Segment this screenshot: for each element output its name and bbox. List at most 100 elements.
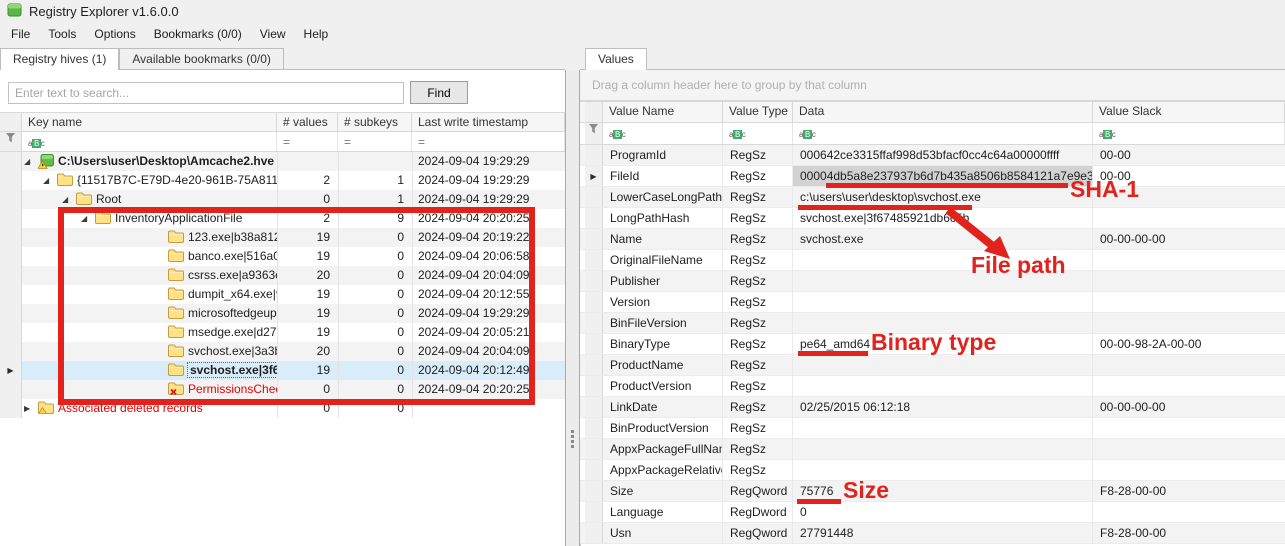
tree-row[interactable]: microsoftedgeupd|84bcd64699b1...1902024-… <box>0 304 565 323</box>
value-data-cell: c:\users\user\desktop\svchost.exe <box>793 187 1093 207</box>
tree-values-cell: 19 <box>277 285 338 304</box>
app-icon <box>7 2 22 20</box>
values-row[interactable]: AppxPackageFullNameRegSz <box>580 439 1285 460</box>
group-by-bar[interactable]: Drag a column header here to group by th… <box>580 70 1285 101</box>
tree-row[interactable]: dumpit_x64.exe|992252fdb3743...1902024-0… <box>0 285 565 304</box>
value-name-cell: Usn <box>603 523 723 543</box>
value-data-cell: svchost.exe|3f67485921db6c5b <box>793 208 1093 228</box>
tree-row[interactable]: ◢InventoryApplicationFile292024-09-04 20… <box>0 209 565 228</box>
values-row[interactable]: OriginalFileNameRegSz <box>580 250 1285 271</box>
values-row[interactable]: ProductVersionRegSz <box>580 376 1285 397</box>
value-type-cell: RegSz <box>723 439 793 459</box>
tree-row[interactable]: 123.exe|b38a8125a2dad9781902024-09-04 20… <box>0 228 565 247</box>
pane-splitter[interactable] <box>565 70 580 546</box>
tree-row[interactable]: ◢Root012024-09-04 19:29:29 <box>0 190 565 209</box>
value-name-cell: Version <box>603 292 723 312</box>
search-input[interactable] <box>8 82 404 104</box>
tree-row[interactable]: ▶Associated deleted records00 <box>0 399 565 418</box>
tree-column-header-last-write-timestamp[interactable]: Last write timestamp <box>412 113 565 131</box>
menu-item-bookmarks[interactable]: Bookmarks (0/0) <box>145 22 251 46</box>
values-row[interactable]: PublisherRegSz <box>580 271 1285 292</box>
tab-registry-hives[interactable]: Registry hives (1) <box>0 48 119 70</box>
menu-item-view[interactable]: View <box>251 22 295 46</box>
values-column-header-value-type[interactable]: Value Type <box>723 102 793 122</box>
tree-row-indicator <box>0 323 22 342</box>
tree-values-cell: 0 <box>277 380 338 399</box>
values-filter-cell[interactable]: aBc <box>603 123 723 144</box>
values-row[interactable]: ProgramIdRegSz000642ce3315ffaf998d53bfac… <box>580 145 1285 166</box>
menu-item-tools[interactable]: Tools <box>39 22 85 46</box>
menu-item-options[interactable]: Options <box>85 22 144 46</box>
tab-values[interactable]: Values <box>585 48 647 70</box>
values-filter-cell[interactable]: aBc <box>1093 123 1285 144</box>
tree-key-name: dumpit_x64.exe|992252fdb3743... <box>188 287 277 301</box>
menu-item-file[interactable]: File <box>2 22 39 46</box>
value-data-cell <box>793 313 1093 333</box>
values-row[interactable]: LanguageRegDword0 <box>580 502 1285 523</box>
value-slack-cell <box>1093 502 1285 522</box>
tree-row[interactable]: ◢{11517B7C-E79D-4e20-961B-75A811715...21… <box>0 171 565 190</box>
values-row-indicator <box>585 460 603 480</box>
value-data-cell <box>793 418 1093 438</box>
values-row[interactable]: AppxPackageRelativeIdRegSz <box>580 460 1285 481</box>
tree-row-indicator <box>0 171 22 190</box>
value-data-cell: 0 <box>793 502 1093 522</box>
values-column-header-data[interactable]: Data <box>793 102 1093 122</box>
tree-column-header--values[interactable]: # values <box>277 113 338 131</box>
tree-expander-icon[interactable]: ▶ <box>24 404 30 413</box>
value-name-cell: BinaryType <box>603 334 723 354</box>
values-row-indicator <box>585 376 603 396</box>
values-row[interactable]: NameRegSzsvchost.exe00-00-00-00 <box>580 229 1285 250</box>
values-column-header-value-slack[interactable]: Value Slack <box>1093 102 1285 122</box>
equals-filter-icon: = <box>344 135 351 149</box>
tree-timestamp-cell: 2024-09-04 20:05:21 <box>412 323 565 342</box>
values-row[interactable]: BinProductVersionRegSz <box>580 418 1285 439</box>
tab-available-bookmarks[interactable]: Available bookmarks (0/0) <box>119 48 284 70</box>
right-tab-strip: Values <box>585 48 647 70</box>
tree-filter-cell[interactable]: = <box>412 132 565 151</box>
tree-row[interactable]: svchost.exe|3a3b9820ea882eb42002024-09-0… <box>0 342 565 361</box>
values-row[interactable]: SizeRegQword75776F8-28-00-00 <box>580 481 1285 502</box>
value-name-cell: BinProductVersion <box>603 418 723 438</box>
tree-expander-icon[interactable]: ◢ <box>81 214 87 223</box>
folder-icon <box>168 344 184 360</box>
values-row[interactable]: UsnRegQword27791448F8-28-00-00 <box>580 523 1285 544</box>
tree-subkeys-cell: 0 <box>338 399 412 418</box>
tree-expander-icon[interactable]: ◢ <box>62 195 68 204</box>
tree-column-header--subkeys[interactable]: # subkeys <box>338 113 412 131</box>
values-row[interactable]: LinkDateRegSz02/25/2015 06:12:1800-00-00… <box>580 397 1285 418</box>
values-row[interactable]: ProductNameRegSz <box>580 355 1285 376</box>
folder-icon <box>168 325 184 341</box>
values-row-indicator <box>585 292 603 312</box>
values-row[interactable]: BinaryTypeRegSzpe64_amd6400-00-98-2A-00-… <box>580 334 1285 355</box>
tree-row[interactable]: banco.exe|516a09bf2f0b23a21902024-09-04 … <box>0 247 565 266</box>
value-name-cell: FileId <box>603 166 723 186</box>
values-row[interactable]: VersionRegSz <box>580 292 1285 313</box>
tree-timestamp-cell: 2024-09-04 20:19:22 <box>412 228 565 247</box>
tree-key-name: banco.exe|516a09bf2f0b23a2 <box>188 249 277 263</box>
values-filter-cell[interactable]: aBc <box>723 123 793 144</box>
values-filter-cell[interactable]: aBc <box>793 123 1093 144</box>
tree-column-header-key-name[interactable]: Key name <box>22 113 277 131</box>
find-button[interactable]: Find <box>410 81 468 104</box>
menu-item-help[interactable]: Help <box>295 22 338 46</box>
value-type-cell: RegDword <box>723 502 793 522</box>
value-type-cell: RegSz <box>723 355 793 375</box>
values-row[interactable]: BinFileVersionRegSz <box>580 313 1285 334</box>
values-row[interactable]: LowerCaseLongPathRegSzc:\users\user\desk… <box>580 187 1285 208</box>
tree-expander-icon[interactable]: ◢ <box>24 157 30 166</box>
folder-icon <box>168 249 184 265</box>
value-slack-cell: 00-00 <box>1093 145 1285 165</box>
tree-row[interactable]: ▶svchost.exe|3f67485921db...1902024-09-0… <box>0 361 565 380</box>
tree-row[interactable]: ◢C:\Users\user\Desktop\Amcache2.hve2024-… <box>0 152 565 171</box>
tree-row[interactable]: csrss.exe|a9363ee544229f112002024-09-04 … <box>0 266 565 285</box>
tree-expander-icon[interactable]: ◢ <box>43 176 49 185</box>
values-row[interactable]: LongPathHashRegSzsvchost.exe|3f67485921d… <box>580 208 1285 229</box>
tree-filter-cell[interactable]: = <box>338 132 412 151</box>
values-row[interactable]: ▶FileIdRegSz00004db5a8e237937b6d7b435a85… <box>580 166 1285 187</box>
tree-filter-cell[interactable]: aBc <box>22 132 277 151</box>
tree-row[interactable]: PermissionsCheckTestKey002024-09-04 20:2… <box>0 380 565 399</box>
tree-row[interactable]: msedge.exe|d27b57360cd4a4cf1902024-09-04… <box>0 323 565 342</box>
values-column-header-value-name[interactable]: Value Name <box>603 102 723 122</box>
tree-filter-cell[interactable]: = <box>277 132 338 151</box>
